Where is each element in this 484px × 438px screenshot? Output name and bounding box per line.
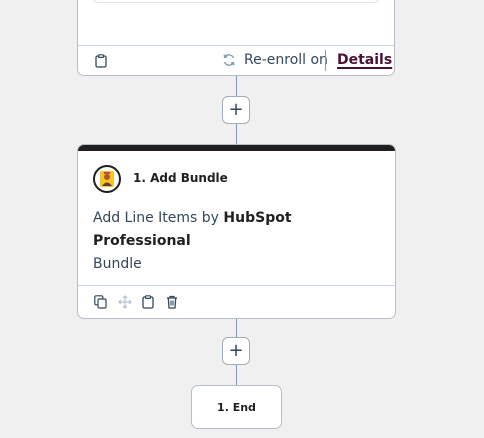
- action-title: 1. Add Bundle: [133, 171, 228, 185]
- action-card-add-bundle[interactable]: 1. Add Bundle Add Line Items by HubSpot …: [77, 144, 396, 319]
- clipboard-icon[interactable]: [95, 53, 107, 68]
- action-card-topbar: [78, 145, 395, 151]
- add-step-button[interactable]: +: [222, 337, 250, 365]
- end-label: 1. End: [217, 400, 256, 414]
- clipboard-icon[interactable]: [142, 294, 155, 309]
- reenroll-label: Re-enroll on: [244, 52, 328, 68]
- trigger-card[interactable]: Re-enroll on Details: [77, 0, 395, 76]
- copy-icon[interactable]: [94, 294, 107, 309]
- add-step-button[interactable]: +: [222, 96, 250, 124]
- flow-connector: [236, 365, 237, 385]
- flow-connector: [236, 124, 237, 144]
- reenroll-status: Re-enroll on: [222, 52, 328, 68]
- flow-connector: [236, 319, 237, 337]
- action-description: Add Line Items by HubSpot Professional B…: [93, 207, 378, 276]
- move-icon[interactable]: [118, 294, 132, 309]
- action-toolbar: [94, 294, 179, 309]
- end-node[interactable]: 1. End: [191, 385, 282, 429]
- card-footer-divider: [78, 285, 395, 286]
- footer-separator: [325, 50, 326, 71]
- flow-connector: [236, 76, 237, 96]
- refresh-icon: [222, 53, 236, 67]
- trigger-inner-panel: [92, 0, 380, 3]
- trigger-card-footer: Re-enroll on Details: [78, 46, 394, 76]
- details-link[interactable]: Details: [337, 52, 392, 68]
- trash-icon[interactable]: [166, 294, 179, 309]
- action-desc-suffix: Bundle: [93, 256, 142, 272]
- action-desc-prefix: Add Line Items by: [93, 210, 224, 226]
- bundle-avatar-icon: [93, 165, 121, 193]
